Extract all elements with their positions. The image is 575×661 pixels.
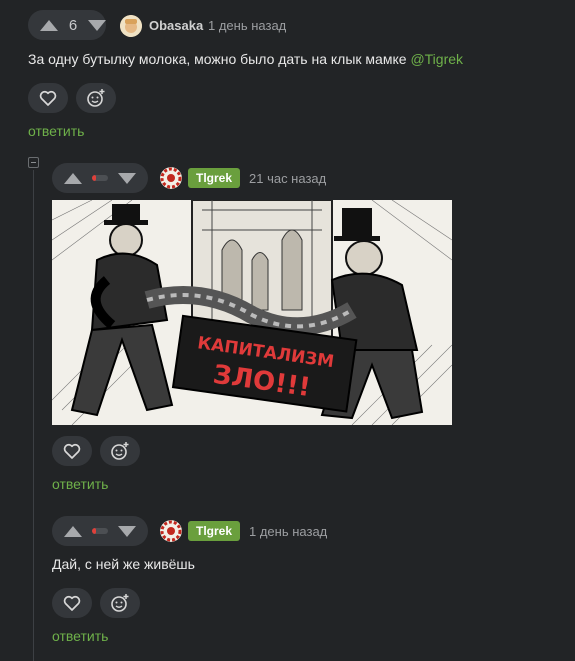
avatar[interactable]: [160, 167, 182, 189]
like-button[interactable]: [28, 83, 68, 113]
vote-ratio-bar: [92, 528, 108, 534]
smile-plus-icon: [111, 594, 129, 612]
vote-count: 6: [68, 16, 78, 34]
upvote-icon[interactable]: [40, 19, 58, 31]
reply-link[interactable]: ответить: [28, 123, 84, 139]
reaction-button[interactable]: [100, 588, 140, 618]
user-mention[interactable]: @Tigrek: [410, 51, 463, 67]
reaction-button[interactable]: [76, 83, 116, 113]
heart-icon: [39, 90, 57, 106]
avatar[interactable]: [120, 15, 142, 37]
vote-widget: [52, 516, 148, 546]
comment-time: 1 день назад: [208, 18, 287, 33]
like-button[interactable]: [52, 588, 92, 618]
reply-link[interactable]: ответить: [52, 476, 108, 492]
like-button[interactable]: [52, 436, 92, 466]
comment-text: За одну бутылку молока, можно было дать …: [28, 51, 464, 67]
comment-image[interactable]: КАПИТАЛИЗМ ЗЛО!!!: [52, 200, 452, 425]
downvote-icon[interactable]: [118, 525, 136, 537]
collapse-thread-button[interactable]: [28, 157, 39, 168]
vote-widget: [52, 163, 148, 193]
username[interactable]: Tlgrek: [188, 168, 241, 188]
comment-time: 1 день назад: [249, 524, 328, 539]
downvote-icon[interactable]: [118, 172, 136, 184]
upvote-icon[interactable]: [64, 172, 82, 184]
comment-time: 21 час назад: [249, 171, 327, 186]
heart-icon: [63, 595, 81, 611]
username[interactable]: Tlgrek: [188, 521, 241, 541]
vote-widget: 6: [28, 10, 106, 40]
downvote-icon[interactable]: [88, 19, 106, 31]
reaction-button[interactable]: [100, 436, 140, 466]
smile-plus-icon: [111, 442, 129, 460]
reply-link[interactable]: ответить: [52, 628, 108, 644]
heart-icon: [63, 443, 81, 459]
avatar[interactable]: [160, 520, 182, 542]
username[interactable]: Obasaka: [149, 18, 203, 33]
upvote-icon[interactable]: [64, 525, 82, 537]
comment-text: Дай, с ней же живёшь: [52, 556, 195, 572]
vote-ratio-bar: [92, 175, 108, 181]
thread-line[interactable]: [33, 170, 34, 661]
smile-plus-icon: [87, 89, 105, 107]
